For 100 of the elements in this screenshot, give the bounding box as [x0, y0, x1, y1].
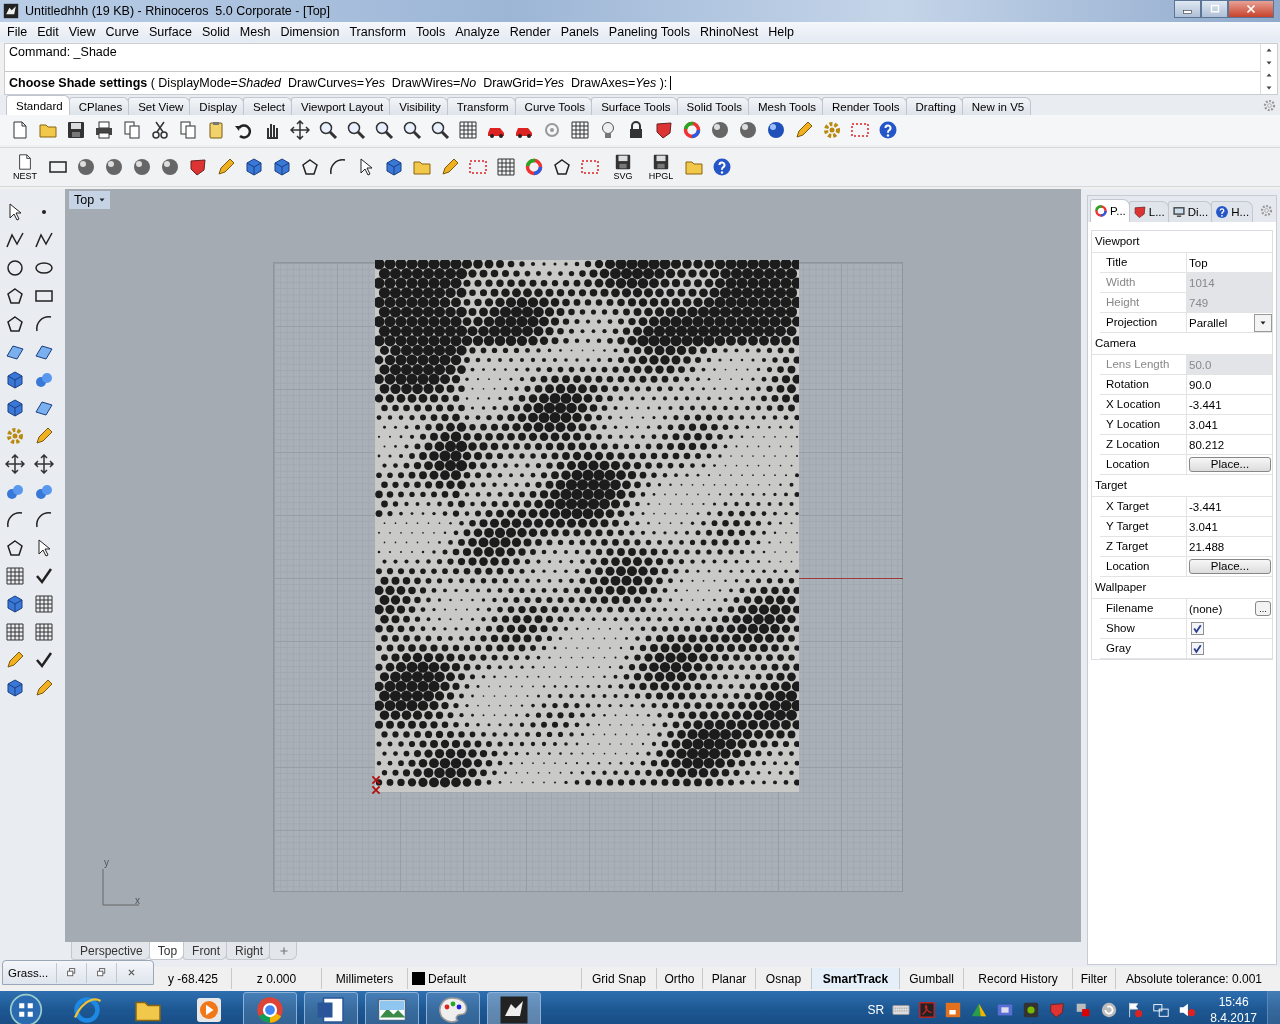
grid-icon[interactable]	[34, 622, 54, 642]
toolbar-tab[interactable]: Curve Tools	[514, 97, 593, 115]
toolbar-tab[interactable]: Surface Tools	[591, 97, 678, 115]
panel-tab[interactable]: H...	[1211, 201, 1254, 222]
polygon-icon[interactable]	[300, 157, 320, 177]
chip-icon[interactable]	[1022, 1001, 1041, 1019]
sphere-icon[interactable]	[76, 157, 96, 177]
pencil-icon[interactable]	[794, 120, 814, 140]
circle-icon[interactable]	[5, 258, 25, 278]
menu-item[interactable]: Surface	[143, 25, 197, 39]
maximize-button[interactable]	[1201, 0, 1228, 18]
arc-icon[interactable]	[5, 510, 25, 530]
pencil-icon[interactable]	[216, 157, 236, 177]
status-toggle[interactable]: SmartTrack	[812, 968, 900, 989]
menu-item[interactable]: Help	[763, 25, 800, 39]
status-toggle[interactable]: Record History	[964, 968, 1073, 989]
polygon-icon[interactable]	[5, 286, 25, 306]
selection-icon[interactable]	[850, 120, 870, 140]
toolbar-tab[interactable]: Viewport Layout	[291, 97, 391, 115]
ring-icon[interactable]	[542, 120, 562, 140]
selection-icon[interactable]	[580, 157, 600, 177]
arc-icon[interactable]	[328, 157, 348, 177]
menu-item[interactable]: Solid	[197, 25, 235, 39]
viewport-tab[interactable]: Perspective	[71, 942, 150, 960]
toolbar-button[interactable]: HPGL	[646, 153, 676, 181]
check-icon[interactable]	[34, 650, 54, 670]
menu-item[interactable]: Tools	[410, 25, 451, 39]
viewport-tab[interactable]: Front	[183, 942, 228, 960]
gear-icon[interactable]	[5, 426, 25, 446]
sphere-icon[interactable]	[132, 157, 152, 177]
scissors-icon[interactable]	[150, 120, 170, 140]
taskbar-button[interactable]	[304, 992, 358, 1024]
toolbar-tab[interactable]: Visibility	[389, 97, 448, 115]
toolbar-tab[interactable]: Select	[243, 97, 293, 115]
help-icon[interactable]	[712, 157, 732, 177]
sphere-icon[interactable]	[104, 157, 124, 177]
zoom-icon[interactable]	[430, 120, 450, 140]
status-toggle[interactable]: Ortho	[657, 968, 703, 989]
toolbar-tab[interactable]: Solid Tools	[676, 97, 749, 115]
toolbar-tab[interactable]: Transform	[446, 97, 516, 115]
menu-item[interactable]: Edit	[32, 25, 64, 39]
toolbar-tab[interactable]: New in V5	[961, 97, 1032, 115]
menu-item[interactable]: Render	[504, 25, 556, 39]
zoom-icon[interactable]	[374, 120, 394, 140]
menu-item[interactable]: Panels	[555, 25, 604, 39]
layer-selector[interactable]: Default	[408, 968, 582, 989]
surface-icon[interactable]	[5, 342, 25, 362]
sphere-icon[interactable]	[160, 157, 180, 177]
zoom-icon[interactable]	[346, 120, 366, 140]
viewport-tab[interactable]: Right	[226, 942, 271, 960]
place-button[interactable]: Place...	[1189, 559, 1271, 574]
minimize-button[interactable]	[1174, 0, 1201, 18]
move-arrows-icon[interactable]	[290, 120, 310, 140]
grid-icon[interactable]	[570, 120, 590, 140]
shield-icon[interactable]	[188, 157, 208, 177]
grid-icon[interactable]	[458, 120, 478, 140]
cup-icon[interactable]	[944, 1001, 963, 1019]
sphere-icon[interactable]	[766, 120, 786, 140]
projection-dropdown[interactable]: Parallel	[1189, 313, 1272, 332]
menu-item[interactable]: RhinoNest	[694, 25, 764, 39]
menu-item[interactable]: Transform	[344, 25, 411, 39]
cube-icon[interactable]	[244, 157, 264, 177]
polygon-icon[interactable]	[5, 314, 25, 334]
close-button[interactable]	[1228, 0, 1274, 18]
toolbar-tab[interactable]: Drafting	[905, 97, 963, 115]
place-button[interactable]: Place...	[1189, 457, 1271, 472]
polyline-icon[interactable]	[5, 230, 25, 250]
filter-button[interactable]: Filter	[1073, 968, 1116, 989]
cube-icon[interactable]	[5, 594, 25, 614]
cube-icon[interactable]	[272, 157, 292, 177]
move-arrows-icon[interactable]	[5, 454, 25, 474]
spheres-icon[interactable]	[34, 370, 54, 390]
color-wheel-icon[interactable]	[682, 120, 702, 140]
status-toggle[interactable]: Gumball	[900, 968, 964, 989]
clock-date[interactable]: 8.4.2017	[1210, 1010, 1257, 1024]
pencil-icon[interactable]	[5, 650, 25, 670]
taskbar-button[interactable]	[243, 992, 297, 1024]
pencil-icon[interactable]	[440, 157, 460, 177]
arc-icon[interactable]	[34, 314, 54, 334]
menu-item[interactable]: View	[63, 25, 101, 39]
checkbox[interactable]	[1191, 622, 1204, 635]
toolbar-tab[interactable]: Display	[189, 97, 245, 115]
arc-icon[interactable]	[34, 510, 54, 530]
zoom-icon[interactable]	[318, 120, 338, 140]
pages-icon[interactable]	[178, 120, 198, 140]
zoom-icon[interactable]	[402, 120, 422, 140]
toolbar-tab[interactable]: CPlanes	[68, 97, 130, 115]
surface-icon[interactable]	[34, 398, 54, 418]
polygon-icon[interactable]	[5, 538, 25, 558]
status-toggle[interactable]: Planar	[703, 968, 756, 989]
browse-button[interactable]: ...	[1255, 601, 1271, 616]
pages-icon[interactable]	[122, 120, 142, 140]
grid-icon[interactable]	[5, 566, 25, 586]
menu-item[interactable]: Curve	[100, 25, 144, 39]
menu-item[interactable]: File	[2, 25, 33, 39]
toolbar-tab[interactable]: Render Tools	[821, 97, 907, 115]
taskbar-button[interactable]	[487, 992, 541, 1024]
flag-icon[interactable]	[1126, 1001, 1145, 1019]
toolbar-tab[interactable]: Standard	[6, 95, 70, 115]
panel-tab[interactable]: L...	[1128, 201, 1169, 222]
